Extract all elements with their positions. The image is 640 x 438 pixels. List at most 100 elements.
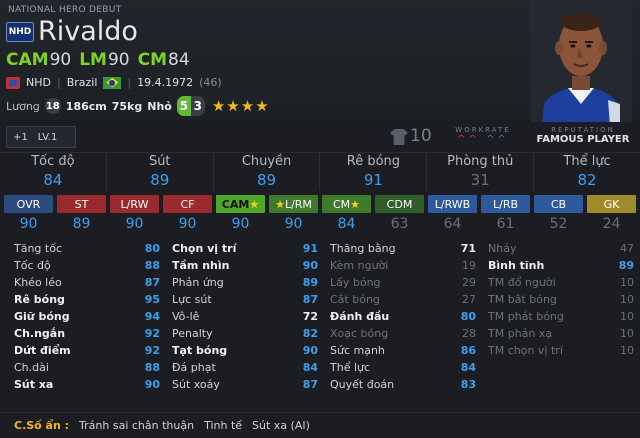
main-stat-dribbling: Rê bóng 91 [320,153,428,190]
stat-row: Thăng bằng 71 [330,242,476,255]
stat-row: TM đổ người 10 [488,276,634,289]
star-icon: ★ [350,197,361,211]
workrate-arrows-icon: ^^ ^^ [457,134,509,145]
position-rating-cm: CM ★ 84 [322,195,371,237]
birth-date: 19.4.1972 [137,76,194,89]
stat-row: Phản ứng 89 [172,276,318,289]
trait-item: Sút xa (AI) [252,419,310,432]
stat-row: TM phản xạ 10 [488,327,634,340]
stat-row: Vô-lê 72 [172,310,318,323]
traits-label: C.Số ẩn : [14,419,70,432]
stat-row: Đá phạt 84 [172,361,318,374]
nation-text: Brazil [66,76,98,89]
season-logo-icon [6,76,20,89]
star-icon: ★ [249,197,260,211]
level-bar: +1 LV.1 10 WORKRATE ^^ ^^ REPUTATION FAM… [0,122,640,152]
position-rating-lrwb: L/RWB 64 [428,195,477,237]
stat-row: Sức mạnh 86 [330,344,476,357]
position-rating-lrb: L/RB 61 [481,195,530,237]
stat-row: Kèm người 19 [330,259,476,272]
player-age: (46) [199,76,222,89]
stat-row: TM bắt bóng 10 [488,293,634,306]
position-rating-ovr: OVR 90 [4,195,53,237]
main-stat-passing: Chuyền 89 [214,153,321,190]
detailed-stats: Tăng tốc 80 Tốc độ 88 Khéo léo 87 Rê bóng 95… [0,240,640,410]
stat-row: TM phát bóng 10 [488,310,634,323]
stat-row: Tốc độ 88 [14,259,160,272]
reputation-value: FAMOUS PLAYER [536,134,630,145]
stat-row: TM chọn vị trí 10 [488,344,634,357]
stat-row: Cắt bóng 27 [330,293,476,306]
star-icon: ★ [275,197,285,211]
stat-row: Bình tĩnh 89 [488,259,634,272]
hidden-traits: C.Số ẩn : Tránh sai chân thuận Tinh tế S… [0,412,640,438]
preferred-positions: CAM90 LM90 CM84 [6,50,190,70]
body-type: Nhỏ [147,99,172,113]
stat-row: Khéo léo 87 [14,276,160,289]
shirt-number: 10 [410,126,432,146]
stat-row: Tầm nhìn 90 [172,259,318,272]
stat-row: Sút xoáy 87 [172,378,318,391]
salary-label: Lương [6,99,40,113]
stat-row: Thể lực 84 [330,361,476,374]
stat-row: Ch.ngắn 92 [14,327,160,340]
stat-row: Rê bóng 95 [14,293,160,306]
stat-row: Dứt điểm 92 [14,344,160,357]
stats-column-3: Thăng bằng 71 Kèm người 19 Lấy bóng 29 Cắt … [330,240,476,393]
brazil-flag-icon [103,76,122,89]
workrate: WORKRATE ^^ ^^ [450,126,516,146]
trait-item: Tránh sai chân thuận [79,419,195,432]
stats-column-2: Chọn vị trí 91 Tầm nhìn 90 Phản ứng 89 Lực … [172,240,318,393]
height: 186cm [65,99,107,113]
right-foot-rating: 3 [190,96,205,116]
left-foot-rating: 5 [176,96,191,116]
position-3: CM84 [137,50,190,70]
main-stats: Tốc độ 84 Sút 89 Chuyền 89 Rê bóng 91 Phòng … [0,152,640,190]
level-selector[interactable]: +1 LV.1 [6,126,76,148]
player-portrait [530,0,632,125]
player-info-row: NHD | Brazil | 19.4.1972 (46) [6,76,222,89]
position-rating-cb: CB 52 [534,195,583,237]
stat-row: Ch.dài 88 [14,361,160,374]
skill-moves-stars-icon: ★★★★ [211,97,270,115]
position-rating-lrw: L/RW 90 [110,195,159,237]
weight: 75kg [111,99,143,113]
stat-row: Sút xa 90 [14,378,160,391]
card-level: LV.1 [37,131,58,143]
stat-row: Penalty 82 [172,327,318,340]
main-stat-shooting: Sút 89 [107,153,214,190]
stat-row: Quyết đoán 83 [330,378,476,391]
reputation: REPUTATION FAMOUS PLAYER [528,126,638,145]
reputation-label: REPUTATION [551,126,615,134]
stat-row: Lực sút 87 [172,293,318,306]
player-details-row: Lương 18 186cm 75kg Nhỏ 5 3 ★★★★ [6,96,270,116]
main-stat-defending: Phòng thủ 31 [427,153,535,190]
stat-row: Lấy bóng 29 [330,276,476,289]
upgrade-level: +1 [13,131,28,143]
position-1: CAM90 [6,50,72,70]
stat-row: Giữ bóng 94 [14,310,160,323]
stat-row: Nhảy 47 [488,242,634,255]
main-stat-pace: Tốc độ 84 [0,153,107,190]
position-rating-gk: GK 24 [587,195,636,237]
workrate-label: WORKRATE [455,126,511,134]
stat-row: Đánh đầu 80 [330,310,476,323]
position-rating-cam: CAM ★ 90 [216,195,265,237]
trait-item: Tinh tế [204,419,243,432]
position-rating-cdm: CDM 63 [375,195,424,237]
card-type-label: NATIONAL HERO DEBUT [8,5,122,15]
position-rating-st: ST 89 [57,195,106,237]
season-badge: NHD [6,22,34,42]
stats-column-1: Tăng tốc 80 Tốc độ 88 Khéo léo 87 Rê bóng 95… [14,240,160,393]
stat-row: Chọn vị trí 91 [172,242,318,255]
stat-row: Xoạc bóng 28 [330,327,476,340]
player-name: Rivaldo [38,16,138,47]
shirt-icon [390,129,408,145]
season-text: NHD [26,76,51,89]
player-face-image [530,0,632,125]
stat-row: Tạt bóng 90 [172,344,318,357]
position-2: LM90 [79,50,130,70]
salary-badge: 18 [44,98,61,114]
position-ratings: OVR 90 ST 89 L/RW 90 CF 90 CAM ★ 90 ★ L/RM 90 CM… [4,195,636,237]
position-rating-lrm: ★ L/RM 90 [269,195,318,237]
